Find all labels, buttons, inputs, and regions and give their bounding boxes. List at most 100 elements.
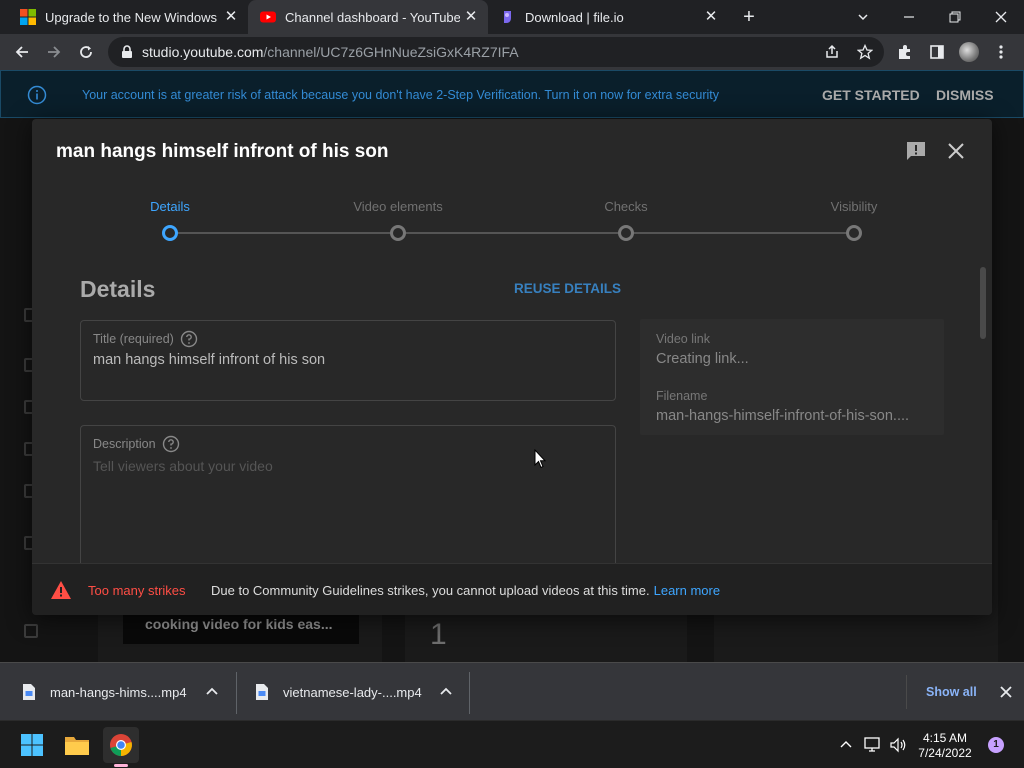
back-button[interactable] xyxy=(10,40,34,64)
arrow-left-icon xyxy=(15,46,28,58)
step-details[interactable]: Details xyxy=(90,199,250,214)
close-tab-icon[interactable]: ✕ xyxy=(462,8,480,26)
clock[interactable]: 4:15 AM 7/24/2022 xyxy=(912,731,978,761)
divider xyxy=(236,672,237,714)
tab-label: Channel dashboard - YouTube Studio xyxy=(285,9,460,25)
strike-title: Too many strikes xyxy=(88,583,186,598)
file-explorer-button[interactable] xyxy=(59,727,95,763)
menu-button[interactable] xyxy=(990,41,1012,63)
step-dot-video-elements[interactable] xyxy=(390,225,406,241)
forward-button[interactable] xyxy=(42,40,66,64)
step-video-elements[interactable]: Video elements xyxy=(318,199,478,214)
volume-button[interactable] xyxy=(888,735,908,755)
dialog-body: Details Video elements Checks Visibility… xyxy=(32,183,992,575)
step-dot-visibility[interactable] xyxy=(846,225,862,241)
close-window-button[interactable] xyxy=(978,0,1024,34)
close-tab-icon[interactable]: ✕ xyxy=(222,8,240,26)
banner-message: Your account is at greater risk of attac… xyxy=(82,88,719,102)
tray-overflow-button[interactable] xyxy=(836,735,856,755)
network-icon xyxy=(864,737,880,752)
url-path: /channel/UC7z6GHnNueZsiGxK4RZ7IFA xyxy=(263,44,519,60)
reload-button[interactable] xyxy=(74,40,98,64)
help-icon[interactable] xyxy=(180,330,198,348)
close-tab-icon[interactable]: ✕ xyxy=(702,8,720,26)
section-title: Details xyxy=(80,276,156,302)
help-icon[interactable] xyxy=(162,435,180,453)
tab-youtube-studio[interactable]: Channel dashboard - YouTube Studio ✕ xyxy=(248,0,488,34)
chevron-up-icon[interactable] xyxy=(204,684,220,700)
reload-icon xyxy=(80,46,92,58)
feedback-icon[interactable] xyxy=(904,139,928,163)
windows-taskbar: 4:15 AM 7/24/2022 1 xyxy=(0,720,1024,768)
tab-label: Download | file.io xyxy=(525,9,624,25)
description-field[interactable]: Description Tell viewers about your vide… xyxy=(80,425,616,575)
description-label-text: Description xyxy=(93,437,156,451)
title-field-label: Title (required) xyxy=(93,330,198,348)
active-app-indicator xyxy=(114,764,128,767)
url-host: studio.youtube.com xyxy=(142,44,264,60)
side-panel-button[interactable] xyxy=(926,41,948,63)
chrome-button[interactable] xyxy=(103,727,139,763)
browser-tabstrip: Upgrade to the New Windows 11 ✕ Channel … xyxy=(0,0,1024,34)
tab-windows-upgrade[interactable]: Upgrade to the New Windows 11 ✕ xyxy=(8,0,248,34)
dialog-scrollbar[interactable] xyxy=(980,267,986,339)
address-bar[interactable]: studio.youtube.com/channel/UC7z6GHnNueZs… xyxy=(108,37,884,67)
tab-search-button[interactable] xyxy=(840,0,886,34)
download-item[interactable]: vietnamese-lady-....mp4 xyxy=(255,663,465,721)
step-visibility[interactable]: Visibility xyxy=(774,199,934,214)
chevron-up-icon[interactable] xyxy=(438,684,454,700)
tab-file-io[interactable]: Download | file.io ✕ xyxy=(488,0,728,34)
divider xyxy=(469,672,470,714)
network-button[interactable] xyxy=(863,735,883,755)
step-dot-details[interactable] xyxy=(162,225,178,241)
show-all-button[interactable]: Show all xyxy=(926,685,977,699)
star-icon[interactable] xyxy=(857,44,873,60)
strike-message-text: Due to Community Guidelines strikes, you… xyxy=(211,583,650,598)
clock-time: 4:15 AM xyxy=(922,731,968,745)
title-field[interactable]: Title (required) man hangs himself infro… xyxy=(80,320,616,401)
filename-value: man-hangs-himself-infront-of-his-son.... xyxy=(656,408,910,424)
step-dot-checks[interactable] xyxy=(618,225,634,241)
warning-icon xyxy=(51,581,71,599)
reuse-details-button[interactable]: REUSE DETAILS xyxy=(514,281,621,296)
video-link-label: Video link xyxy=(656,332,710,346)
profile-button[interactable] xyxy=(958,41,980,63)
dismiss-button[interactable]: DISMISS xyxy=(936,87,994,103)
notification-badge[interactable]: 1 xyxy=(988,737,1004,753)
restore-button[interactable] xyxy=(932,0,978,34)
stepper-track xyxy=(170,232,854,234)
description-field-label: Description xyxy=(93,435,180,453)
download-shelf: man-hangs-hims....mp4 vietnamese-lady-..… xyxy=(0,662,1024,720)
description-input[interactable]: Tell viewers about your video xyxy=(93,458,273,474)
windows-start-icon xyxy=(21,734,43,756)
file-icon xyxy=(23,684,35,700)
strike-notice: Too many strikes Due to Community Guidel… xyxy=(32,563,992,615)
minimize-icon xyxy=(904,16,914,18)
puzzle-icon xyxy=(899,45,910,59)
lock-icon xyxy=(122,45,132,58)
file-icon xyxy=(256,684,268,700)
extensions-button[interactable] xyxy=(894,41,916,63)
folder-icon xyxy=(65,737,89,755)
learn-more-link[interactable]: Learn more xyxy=(654,583,720,598)
file-io-logo-icon xyxy=(504,11,511,23)
side-panel-icon xyxy=(930,45,944,59)
share-icon[interactable] xyxy=(824,44,840,60)
avatar xyxy=(959,42,979,62)
download-item[interactable]: man-hangs-hims....mp4 xyxy=(22,663,230,721)
title-label-text: Title (required) xyxy=(93,332,174,346)
download-filename: vietnamese-lady-....mp4 xyxy=(283,684,422,700)
close-icon xyxy=(995,11,1007,23)
step-checks[interactable]: Checks xyxy=(546,199,706,214)
start-button[interactable] xyxy=(14,727,50,763)
minimize-button[interactable] xyxy=(886,0,932,34)
youtube-logo-icon xyxy=(260,11,276,23)
new-tab-button[interactable]: + xyxy=(738,6,760,28)
close-icon[interactable] xyxy=(998,684,1014,700)
close-icon[interactable] xyxy=(944,139,968,163)
title-input[interactable]: man hangs himself infront of his son xyxy=(93,352,325,368)
chrome-icon xyxy=(110,734,132,756)
get-started-button[interactable]: GET STARTED xyxy=(822,87,920,103)
strike-message: Due to Community Guidelines strikes, you… xyxy=(211,583,720,598)
upload-dialog: man hangs himself infront of his son Det… xyxy=(32,119,992,615)
